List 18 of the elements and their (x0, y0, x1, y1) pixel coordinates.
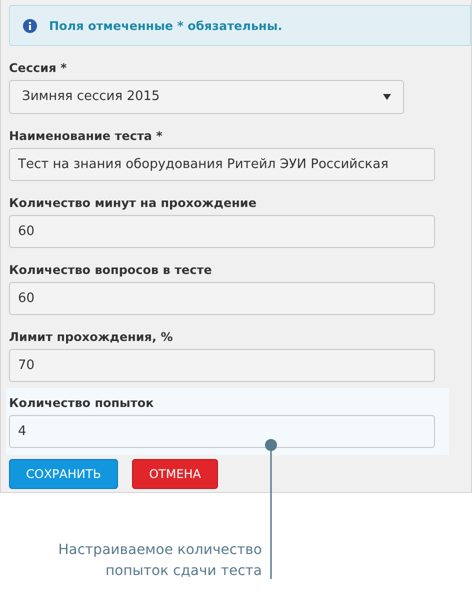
field-label: Количество минут на прохождение (9, 195, 258, 211)
cancel-button[interactable]: ОТМЕНА (132, 459, 218, 489)
callout-text: попыток сдачи теста (105, 562, 262, 581)
caret-icon (383, 94, 391, 100)
input-field[interactable]: 60 (9, 215, 435, 248)
field-label: Наименование теста * (9, 128, 164, 144)
callout-text: Настраиваемое количество (58, 541, 262, 560)
field-label: Лимит прохождения, % (9, 329, 174, 345)
input-field[interactable]: 4 (9, 415, 435, 448)
field-label: Количество вопросов в тесте (9, 262, 213, 278)
input-field[interactable]: 60 (9, 282, 435, 315)
session-select[interactable]: Зимняя сессия 2015 (9, 80, 404, 114)
field-label: Количество попыток (9, 395, 155, 411)
notice-text: Поля отмеченные * обязательны. (49, 18, 282, 34)
info-icon (23, 18, 37, 32)
input-field[interactable]: 70 (9, 349, 435, 382)
field-label: Сессия * (9, 60, 68, 76)
input-field[interactable]: Тест на знания оборудования Ритейл ЭУИ Российская (9, 148, 435, 181)
